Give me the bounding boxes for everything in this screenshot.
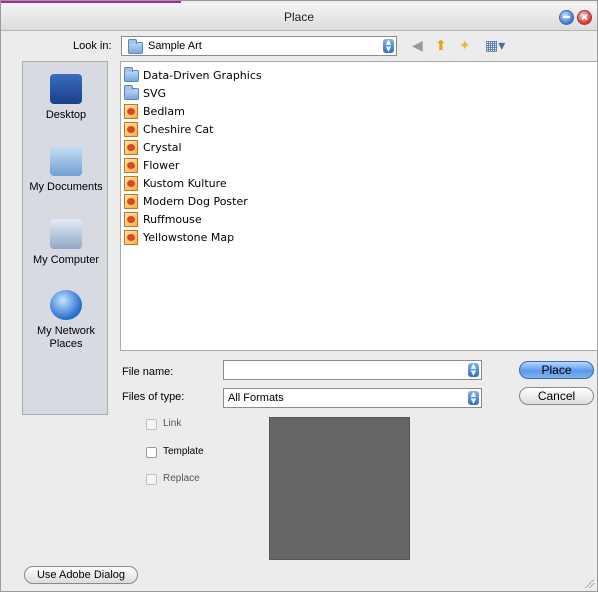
- file-name-field[interactable]: ▲ ▼: [223, 360, 482, 380]
- desktop-icon: [50, 74, 82, 104]
- computer-icon: [50, 219, 82, 249]
- look-in-label: Look in:: [73, 40, 112, 52]
- cancel-button[interactable]: Cancel: [519, 387, 594, 405]
- dropdown-stepper-icon: ▲ ▼: [468, 391, 479, 405]
- use-adobe-dialog-button[interactable]: Use Adobe Dialog: [24, 566, 138, 584]
- place-label: My Documents: [29, 181, 103, 193]
- place-my-computer[interactable]: My Computer: [23, 219, 109, 267]
- illustrator-file-icon: [124, 194, 138, 209]
- folder-icon: [124, 85, 139, 100]
- minimize-button[interactable]: [559, 10, 574, 25]
- folder-icon: [128, 39, 143, 54]
- link-checkbox[interactable]: [146, 419, 157, 430]
- files-of-type-label: Files of type:: [122, 391, 185, 403]
- dropdown-stepper-icon: ▲ ▼: [468, 363, 479, 377]
- link-label: Link: [163, 418, 182, 429]
- template-checkbox[interactable]: [146, 447, 157, 458]
- back-icon[interactable]: ◀: [412, 38, 423, 54]
- illustrator-file-icon: [124, 158, 138, 173]
- look-in-dropdown[interactable]: Sample Art ▲ ▼: [121, 36, 397, 56]
- replace-label: Replace: [163, 473, 200, 484]
- dropdown-stepper-icon: ▲ ▼: [383, 39, 394, 53]
- files-of-type-value: All Formats: [228, 392, 284, 404]
- illustrator-file-icon: [124, 104, 138, 119]
- place-my-documents[interactable]: My Documents: [23, 146, 109, 194]
- template-label: Template: [163, 446, 204, 457]
- place-label: My Network Places: [36, 325, 96, 350]
- place-button[interactable]: Place: [519, 361, 594, 379]
- minimize-icon: [563, 16, 570, 18]
- files-of-type-dropdown[interactable]: All Formats ▲ ▼: [223, 388, 482, 408]
- place-label: Desktop: [45, 109, 87, 121]
- place-label: My Computer: [32, 254, 100, 266]
- place-dialog: Place Look in: Sample Art ▲ ▼ ◀ ⬆ ✦ ▦▾ De…: [0, 0, 598, 592]
- illustrator-file-icon: [124, 230, 138, 245]
- folder-icon: [124, 67, 139, 82]
- view-menu-icon[interactable]: ▦▾: [485, 38, 505, 54]
- documents-icon: [50, 146, 82, 176]
- preview-pane: [269, 417, 410, 560]
- new-folder-icon[interactable]: ✦: [459, 38, 471, 54]
- places-bar: Desktop My Documents My Computer My Netw…: [22, 61, 108, 415]
- file-name-label: File name:: [122, 366, 174, 378]
- network-icon: [50, 290, 82, 320]
- resize-grip-icon[interactable]: [584, 578, 594, 588]
- up-folder-icon[interactable]: ⬆: [435, 38, 447, 54]
- title-bar[interactable]: Place: [1, 3, 597, 31]
- place-desktop[interactable]: Desktop: [23, 74, 109, 122]
- illustrator-file-icon: [124, 122, 138, 137]
- window-title: Place: [283, 10, 315, 24]
- place-my-network[interactable]: My Network Places: [23, 290, 109, 351]
- illustrator-file-icon: [124, 176, 138, 191]
- illustrator-file-icon: [124, 140, 138, 155]
- replace-checkbox[interactable]: [146, 474, 157, 485]
- file-list[interactable]: Data-Driven Graphics SVG Bedlam Cheshire…: [120, 61, 598, 351]
- illustrator-file-icon: [124, 212, 138, 227]
- close-button[interactable]: [577, 10, 592, 25]
- look-in-value: Sample Art: [148, 40, 202, 52]
